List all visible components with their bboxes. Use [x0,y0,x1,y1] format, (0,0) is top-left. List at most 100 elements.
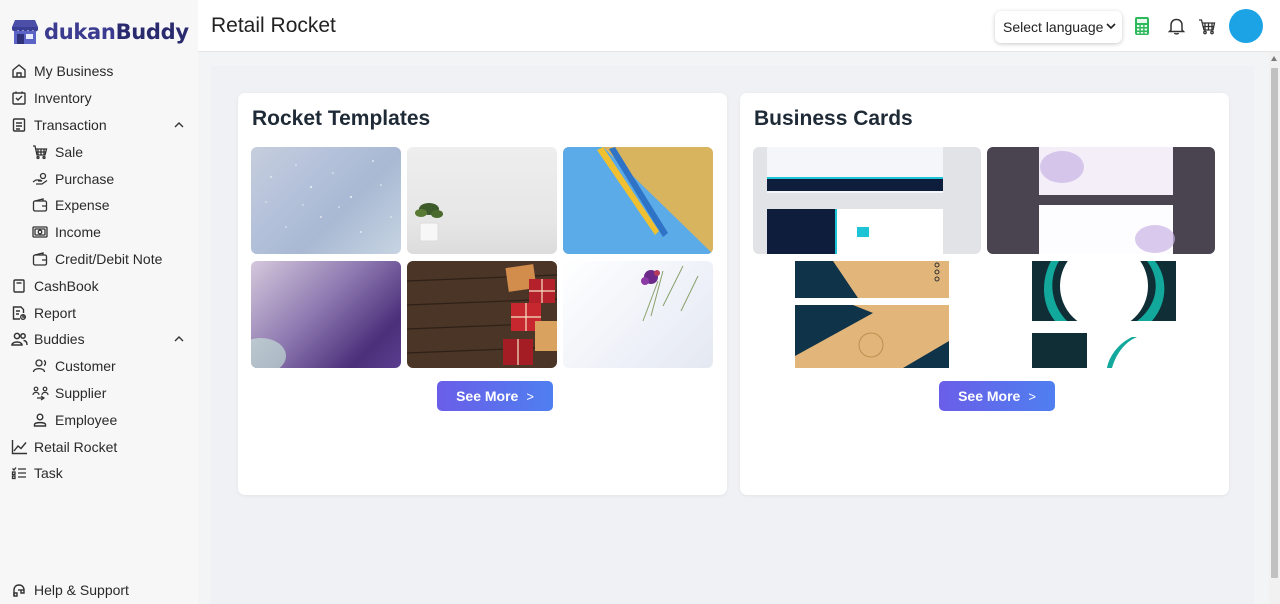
avatar[interactable] [1229,9,1263,43]
scroll-up-arrow[interactable] [1271,56,1277,61]
sidebar-item-label: Supplier [55,384,107,401]
chevron-up-icon[interactable] [174,334,184,344]
sidebar-item-expense[interactable]: Expense [0,192,198,219]
plant-pot-illustration [415,203,443,242]
sidebar-nav: My Business Inventory Transaction Sale P… [0,58,198,487]
scrollbar[interactable] [1269,52,1280,604]
sidebar-item-credit-debit-note[interactable]: Credit/Debit Note [0,246,198,273]
business-card-design [1032,261,1176,368]
customer-icon [31,357,49,375]
book-icon [10,277,28,295]
template-thumbnail[interactable] [563,147,713,254]
sidebar-item-label: Inventory [34,90,92,107]
sidebar-item-label: Sale [55,143,84,160]
sidebar-item-cashbook[interactable]: CashBook [0,272,198,299]
card-title: Rocket Templates [252,107,431,130]
help-label: Help & Support [34,582,129,598]
sidebar-item-inventory[interactable]: Inventory [0,85,198,112]
business-card-design [795,261,949,368]
cart-icon[interactable] [1197,16,1217,36]
business-card-thumbnail[interactable] [987,261,1215,368]
sidebar-item-label: Report [34,304,77,321]
top-bar: Retail Rocket Select language [198,0,1280,52]
language-select[interactable]: Select language [995,11,1122,43]
template-thumbnail[interactable] [407,261,557,368]
sidebar-item-label: Buddies [34,331,85,348]
home-icon [10,62,28,80]
scrollbar-thumb[interactable] [1271,68,1278,578]
page-title: Retail Rocket [211,14,336,37]
template-thumbnail[interactable] [407,147,557,254]
template-thumbnail[interactable] [563,261,713,368]
sidebar-item-label: Task [34,465,63,482]
sidebar-item-label: Expense [55,197,110,214]
template-thumbnail[interactable] [251,261,401,368]
card-title: Business Cards [754,107,913,130]
sidebar-item-report[interactable]: Report [0,299,198,326]
sidebar-item-label: Transaction [34,116,107,133]
report-icon [10,304,28,322]
business-card-thumbnail[interactable] [753,261,981,368]
help-support-link[interactable]: Help & Support [10,581,129,599]
bell-icon[interactable] [1166,16,1186,36]
sidebar-item-label: Credit/Debit Note [55,250,163,267]
supplier-icon [31,384,49,402]
wallet-icon [31,250,49,268]
sidebar-item-label: My Business [34,63,114,80]
inventory-icon [10,89,28,107]
chart-line-icon [10,438,28,456]
hand-coin-icon [31,170,49,188]
chevron-right-icon: > [1028,388,1036,404]
sidebar-item-label: CashBook [34,277,99,294]
sidebar-item-retail-rocket[interactable]: Retail Rocket [0,433,198,460]
sidebar-item-employee[interactable]: Employee [0,406,198,433]
document-icon [10,116,28,134]
chevron-down-icon [1106,23,1116,30]
sidebar-item-sale[interactable]: Sale [0,138,198,165]
language-select-value: Select language [1003,19,1104,35]
sparkle-pattern [265,160,392,233]
flower-illustration [641,265,699,322]
business-card-thumbnail[interactable] [987,147,1215,254]
sidebar-item-customer[interactable]: Customer [0,353,198,380]
gradient-glow [251,338,286,368]
users-icon [10,330,28,348]
business-card-design [767,147,943,254]
chevron-up-icon[interactable] [174,120,184,130]
sidebar-item-transaction[interactable]: Transaction [0,112,198,139]
see-more-label: See More [456,388,519,404]
employee-icon [31,411,49,429]
logo-text: dukanBuddy [44,20,189,44]
chevron-right-icon: > [526,388,534,404]
see-more-button[interactable]: See More > [437,381,553,411]
wallet-icon [31,196,49,214]
template-thumbnail[interactable] [251,147,401,254]
help-icon [10,581,28,599]
sidebar-item-purchase[interactable]: Purchase [0,165,198,192]
calculator-icon[interactable] [1132,16,1152,36]
pencils-illustration [563,147,713,254]
logo[interactable]: dukanBuddy [10,16,189,48]
store-icon [12,20,38,44]
sidebar-item-label: Purchase [55,170,115,187]
business-card-design [1039,147,1175,254]
gift-boxes-illustration [407,264,557,365]
sidebar-item-supplier[interactable]: Supplier [0,380,198,407]
sidebar-item-task[interactable]: Task [0,460,198,487]
sidebar-item-income[interactable]: Income [0,219,198,246]
sidebar-item-label: Income [55,224,101,241]
sidebar: dukanBuddy My Business Inventory Transac… [0,0,198,604]
see-more-label: See More [958,388,1021,404]
sidebar-item-label: Employee [55,411,118,428]
sidebar-item-label: Retail Rocket [34,438,118,455]
sidebar-item-buddies[interactable]: Buddies [0,326,198,353]
rocket-templates-card: Rocket Templates See More > [238,93,727,495]
cart-icon [31,143,49,161]
business-card-thumbnail[interactable] [753,147,981,254]
sidebar-item-my-business[interactable]: My Business [0,58,198,85]
sidebar-item-label: Customer [55,358,116,375]
see-more-button[interactable]: See More > [939,381,1055,411]
business-cards-card: Business Cards See More > [740,93,1229,495]
cash-icon [31,223,49,241]
task-icon [10,464,28,482]
